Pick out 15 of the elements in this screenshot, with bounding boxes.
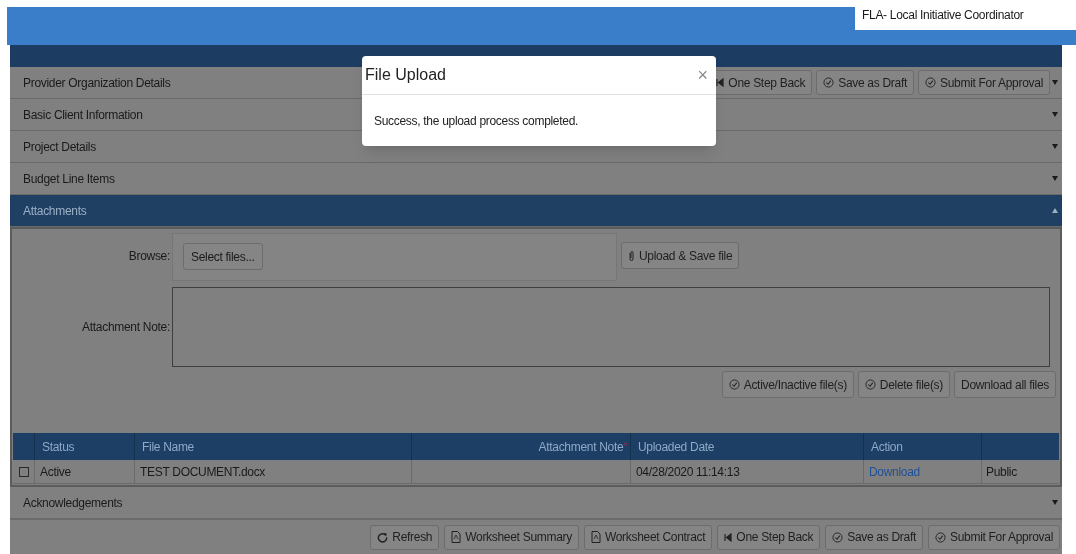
section-title: Provider Organization Details	[23, 74, 171, 92]
table-cell-text: Public	[986, 463, 1017, 481]
table-cell-text: TEST DOCUMENT.docx	[140, 463, 266, 481]
section-title: Project Details	[23, 138, 96, 156]
field-label: Attachment Note:	[81, 319, 171, 336]
table-cell-text: 04/28/2020 11:14:13	[636, 463, 740, 481]
modal-title: File Upload	[365, 65, 446, 85]
modal-message: Success, the upload process completed.	[374, 112, 579, 130]
section-title: Basic Client Information	[23, 106, 143, 124]
field-label: Browse:	[127, 248, 171, 265]
section-title: Attachments	[23, 202, 87, 220]
section-title: Budget Line Items	[23, 170, 115, 188]
section-title: Acknowledgements	[23, 494, 123, 512]
required-mark: *	[623, 440, 627, 454]
table-cell-text: Active	[40, 463, 71, 481]
